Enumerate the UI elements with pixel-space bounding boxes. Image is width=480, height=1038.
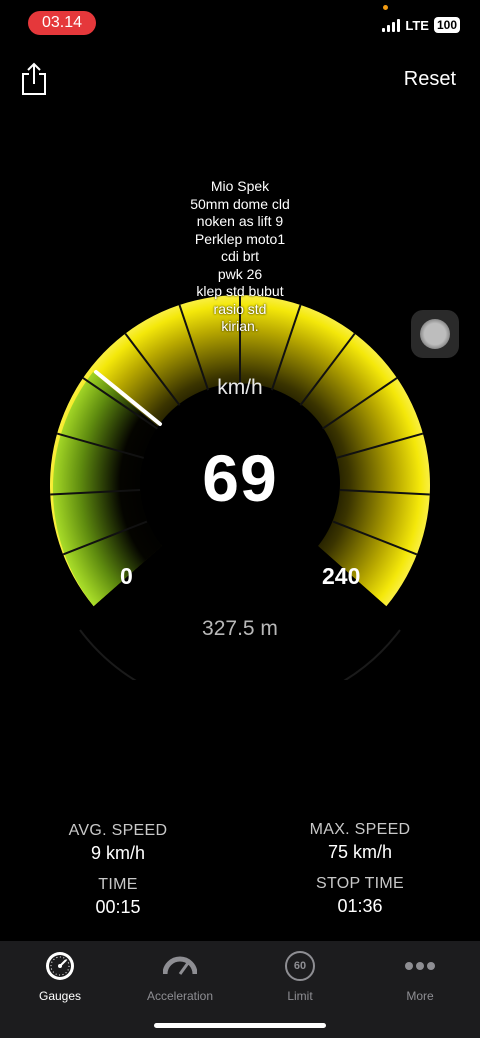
- avg-speed-stat: AVG. SPEED 9 km/h: [28, 822, 208, 864]
- tab-limit[interactable]: 60 Limit: [240, 949, 360, 1003]
- stop-time-label: STOP TIME: [315, 875, 405, 892]
- max-speed-value: 75 km/h: [327, 842, 393, 862]
- note-line: noken as lift 9: [196, 213, 284, 229]
- speedometer-screen: 03.14 LTE 100 Reset km/h 69 0 240 327.5 …: [0, 0, 480, 1038]
- note-line: Mio Spek: [210, 178, 270, 194]
- tab-gauges-label: Gauges: [38, 989, 82, 1003]
- status-time: 03.14: [28, 11, 96, 35]
- avg-speed-label: AVG. SPEED: [68, 822, 168, 839]
- tab-acceleration[interactable]: Acceleration: [120, 949, 240, 1003]
- gauge-icon: [46, 952, 74, 980]
- network-type: LTE: [405, 17, 429, 33]
- time-value: 00:15: [95, 897, 141, 917]
- overlay-note: Mio Spek 50mm dome cld noken as lift 9 P…: [140, 178, 340, 336]
- speed-unit: km/h: [217, 376, 263, 399]
- gauge-min-label: 0: [120, 563, 133, 589]
- time-label: TIME: [98, 876, 138, 893]
- note-line: 50mm dome cld: [190, 195, 290, 212]
- tab-gauges[interactable]: Gauges: [0, 949, 120, 1003]
- note-line: cdi brt: [220, 248, 260, 264]
- speed-limit-icon: 60: [285, 951, 315, 981]
- acceleration-icon: [163, 956, 197, 975]
- tab-limit-label: Limit: [287, 989, 313, 1003]
- tab-more-label: More: [406, 989, 434, 1003]
- reset-button[interactable]: Reset: [404, 68, 456, 91]
- trip-distance: 327.5 m: [202, 617, 278, 640]
- tab-acceleration-label: Acceleration: [146, 989, 214, 1003]
- battery-icon: 100: [433, 17, 460, 33]
- note-line: Perklep moto1: [194, 230, 286, 247]
- tab-more[interactable]: More: [360, 949, 480, 1003]
- assistive-touch-icon: [420, 319, 450, 349]
- avg-speed-value: 9 km/h: [90, 843, 146, 863]
- status-indicators: LTE 100: [382, 17, 460, 33]
- privacy-indicator: [383, 5, 388, 10]
- more-icon: [405, 962, 435, 970]
- max-speed-stat: MAX. SPEED 75 km/h: [270, 821, 450, 863]
- stop-time-stat: STOP TIME 01:36: [270, 875, 450, 917]
- stop-time-value: 01:36: [337, 896, 383, 916]
- note-line: kirian.: [221, 318, 259, 334]
- gauge-max-label: 240: [322, 563, 361, 589]
- signal-icon: [382, 18, 401, 32]
- share-icon[interactable]: [20, 62, 48, 96]
- assistive-touch-button[interactable]: [411, 310, 459, 358]
- max-speed-label: MAX. SPEED: [309, 821, 411, 838]
- time-stat: TIME 00:15: [28, 876, 208, 918]
- current-speed: 69: [202, 441, 278, 515]
- home-indicator: [154, 1023, 326, 1028]
- note-line: klep std bubut: [196, 283, 284, 299]
- note-line: rasio std: [213, 300, 267, 317]
- note-line: pwk 26: [217, 265, 263, 282]
